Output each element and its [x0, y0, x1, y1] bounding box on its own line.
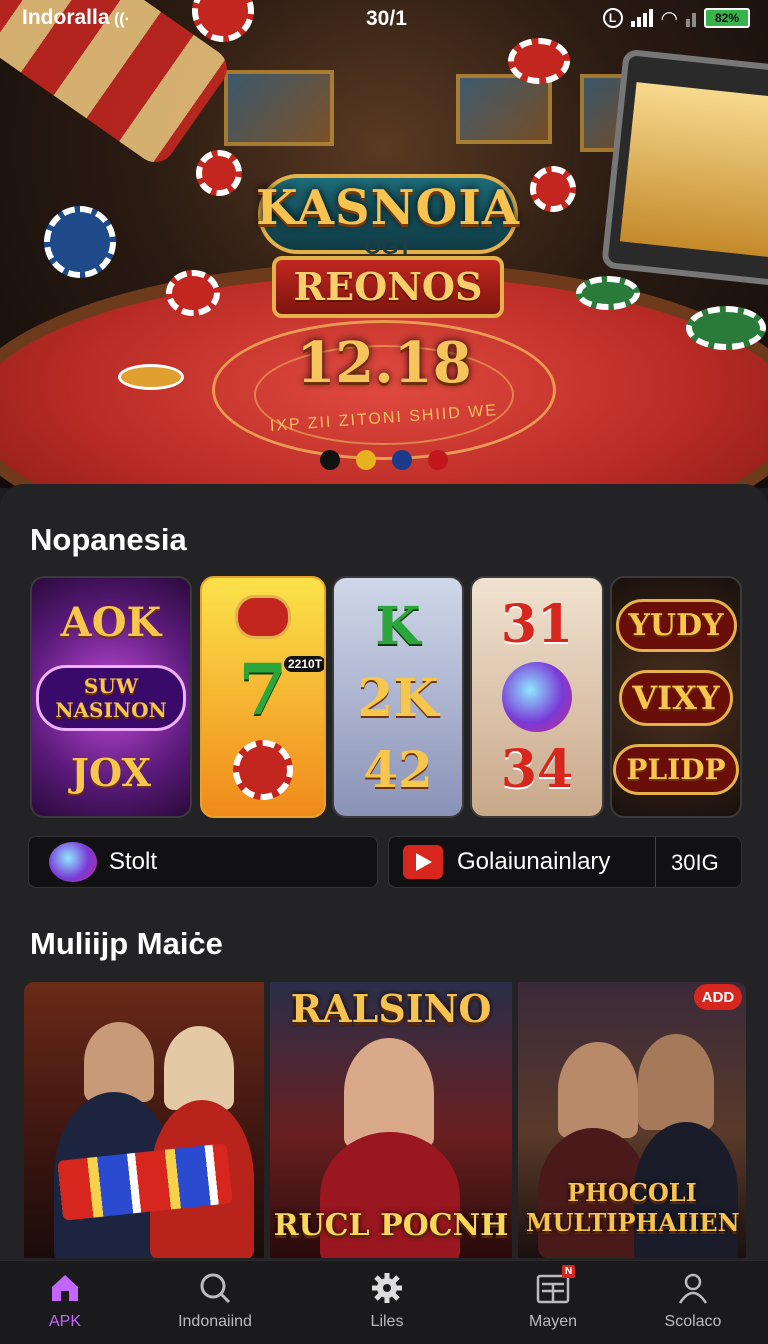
notification-badge: N — [562, 1265, 576, 1278]
tile-badge: 2210T — [284, 656, 324, 672]
live-game-card[interactable]: PHOCOLI MULTIPHAIIEN — [518, 982, 746, 1258]
orb-icon — [502, 661, 572, 732]
tile-text: 42 — [363, 739, 433, 799]
tile-text: 31 — [500, 593, 574, 655]
nav-item-mayen[interactable]: N Mayen — [488, 1265, 618, 1331]
section-title: Nopanesia — [30, 522, 187, 557]
game-tile[interactable]: K 2K 42 — [332, 576, 464, 818]
tile-text: AOK — [60, 599, 162, 647]
bar-label: Stolt — [109, 848, 158, 875]
game-tile[interactable]: YUDY VIXY PLIDP — [610, 576, 742, 818]
logo-title: KASNOIA — [255, 180, 521, 236]
carrier-name: Indoralla ((· — [22, 6, 130, 29]
wall-painting — [456, 74, 552, 144]
status-l-icon: L — [602, 8, 623, 28]
dealer-image — [84, 1022, 154, 1102]
carousel-dots[interactable] — [320, 450, 448, 470]
chip-icon — [233, 739, 293, 800]
add-badge[interactable]: ADD — [694, 984, 742, 1010]
tile-text: JOX — [71, 749, 151, 795]
wall-painting — [224, 70, 334, 146]
carousel-dot[interactable] — [392, 450, 412, 470]
nav-label: Indonaiind — [178, 1313, 252, 1330]
dealer-image — [558, 1042, 638, 1138]
live-game-card[interactable]: RALSINO RUCL POCNH — [270, 982, 512, 1258]
card-title: PHOCOLI MULTIPHAIIEN — [526, 1178, 740, 1237]
chip-image — [508, 38, 570, 84]
hero-banner[interactable]: KASNOIA OGT REONOS 12.18 IXP ZII ZITONI … — [0, 0, 768, 488]
live-game-card[interactable] — [24, 982, 264, 1258]
tile-text: 7 — [238, 647, 288, 731]
carousel-dot[interactable] — [356, 450, 376, 470]
bar-value: 30IG — [671, 850, 719, 875]
slot-machine-image — [601, 48, 768, 288]
jackpot-amount: 12.18 — [296, 330, 472, 396]
card-title: RALSINO — [290, 986, 492, 1031]
game-tile[interactable]: AOK SUW NASINON JOX — [30, 576, 192, 818]
nav-item-scolaco[interactable]: Scolaco — [628, 1271, 758, 1331]
nav-label: Mayen — [528, 1313, 578, 1330]
chip-image — [118, 364, 184, 390]
bottom-nav: APK Indonaiind Liles N Mayen Scolaco — [0, 1260, 768, 1344]
tile-text: VIXY — [619, 670, 733, 726]
play-icon — [403, 845, 443, 879]
stolt-bar[interactable]: Stolt — [28, 836, 378, 888]
dealer-image — [164, 1026, 234, 1110]
chip-image — [166, 270, 220, 316]
nav-label: APK — [48, 1313, 81, 1330]
dealer-image — [638, 1034, 714, 1130]
gear-icon — [370, 1271, 404, 1305]
nav-label: Liles — [370, 1313, 404, 1330]
casino-logo: KASNOIA OGT REONOS — [238, 158, 538, 324]
status-bar: Indoralla ((· 30/1 L ◠ 82% — [0, 0, 768, 36]
signal-icon — [686, 9, 696, 27]
battery-icon: 82% — [704, 8, 750, 28]
bar-label: Golaiunainlary — [457, 848, 611, 875]
nav-item-liles[interactable]: Liles — [322, 1271, 452, 1331]
chip-image — [44, 206, 116, 278]
home-icon — [48, 1271, 82, 1305]
section-title: Muliijp Maiċe — [30, 926, 223, 961]
clock: 30/1 — [366, 7, 407, 30]
tile-text: K — [375, 595, 421, 657]
signal-icon — [630, 9, 653, 27]
list-icon: N — [536, 1265, 576, 1305]
nav-label: Scolaco — [664, 1313, 722, 1330]
chip-image — [686, 306, 766, 350]
search-icon — [198, 1271, 232, 1305]
user-icon — [676, 1271, 710, 1305]
chip-image — [576, 276, 640, 310]
tile-text: 34 — [500, 739, 574, 801]
tile-emblem-icon — [235, 594, 291, 639]
logo-plate-text: REONOS — [293, 264, 483, 309]
carousel-dot[interactable] — [320, 450, 340, 470]
tile-text: 2K — [357, 667, 439, 729]
nav-item-apk[interactable]: APK — [0, 1271, 130, 1331]
game-tile[interactable]: 7 2210T — [200, 576, 326, 818]
tile-text: PLIDP — [613, 744, 739, 795]
promo-bar[interactable]: Golaiunainlary 30IG — [388, 836, 742, 888]
tile-text: YUDY — [615, 599, 737, 652]
nav-item-search[interactable]: Indonaiind — [150, 1271, 280, 1331]
carousel-dot[interactable] — [428, 450, 448, 470]
wifi-icon: ◠ — [660, 7, 678, 30]
tile-text: SUW NASINON — [36, 664, 186, 731]
orb-icon — [49, 842, 97, 882]
card-caption: RUCL POCNH — [273, 1208, 509, 1243]
game-tile[interactable]: 31 34 — [470, 576, 604, 818]
chip-image — [196, 150, 242, 196]
